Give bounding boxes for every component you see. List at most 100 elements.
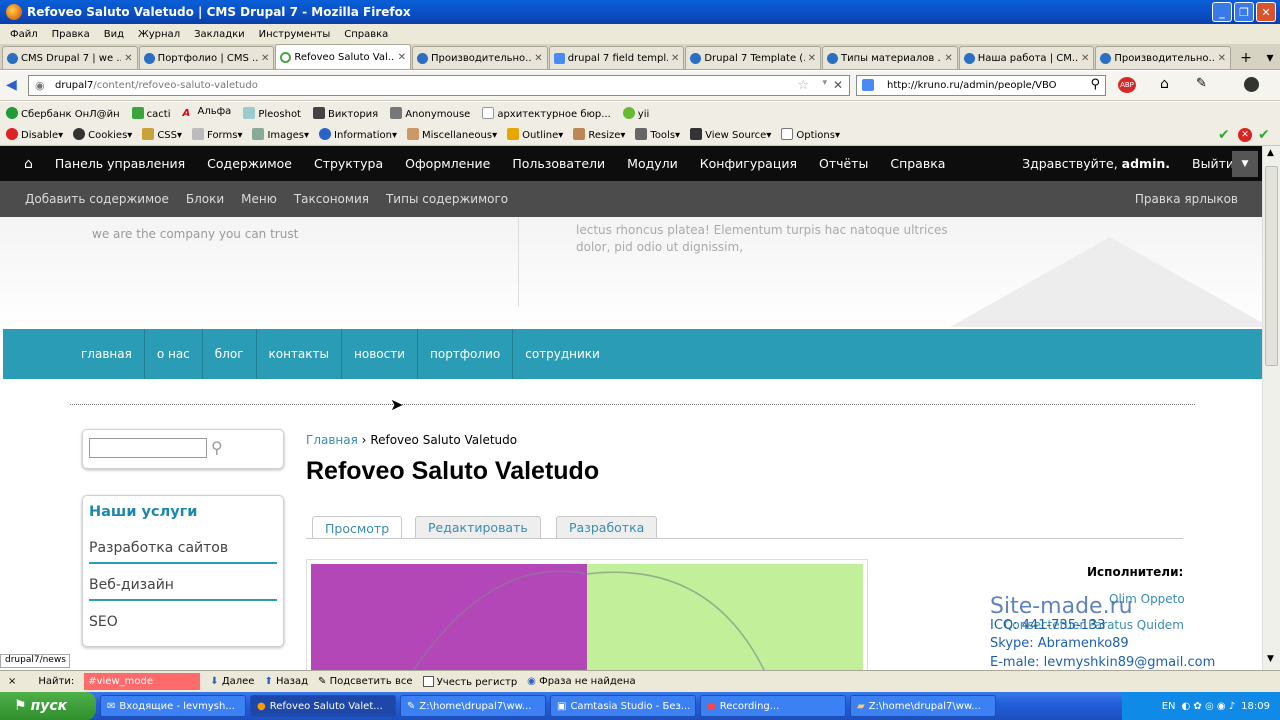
nav-contacts[interactable]: контакты: [257, 329, 342, 379]
menu-tools[interactable]: Инструменты: [253, 29, 339, 40]
maximize-button[interactable]: ❐: [1234, 2, 1254, 22]
wd-tools[interactable]: Tools▾: [635, 128, 680, 141]
wd-resize[interactable]: Resize▾: [573, 128, 625, 141]
home-icon[interactable]: ⌂: [24, 156, 33, 172]
bookmark-star-icon[interactable]: ☆: [797, 78, 809, 93]
scroll-up-icon[interactable]: ▲: [1267, 148, 1274, 158]
admin-menu-people[interactable]: Пользователи: [512, 156, 605, 171]
menu-bookmarks[interactable]: Закладки: [188, 29, 253, 40]
menu-history[interactable]: Журнал: [132, 29, 188, 40]
service-item[interactable]: Веб-дизайн: [89, 577, 277, 601]
close-tab-icon[interactable]: ✕: [398, 52, 406, 63]
wd-disable[interactable]: Disable▾: [6, 128, 63, 141]
tab-view[interactable]: Просмотр: [312, 516, 403, 539]
wd-forms[interactable]: Forms▾: [192, 128, 242, 141]
match-case-checkbox[interactable]: Учесть регистр: [422, 675, 517, 688]
menu-edit[interactable]: Правка: [46, 29, 98, 40]
shortcut-menus[interactable]: Меню: [241, 192, 277, 206]
wd-view-source[interactable]: View Source▾: [690, 128, 771, 141]
bookmark-item[interactable]: cacti: [131, 106, 171, 120]
minimize-button[interactable]: _: [1212, 2, 1232, 22]
admin-menu-configuration[interactable]: Конфигурация: [700, 156, 797, 171]
browser-tab[interactable]: Производительно... ✕: [1095, 46, 1232, 69]
admin-menu-structure[interactable]: Структура: [314, 156, 383, 171]
taskbar-item[interactable]: ▣ Camtasia Studio - Без...: [550, 695, 696, 717]
search-icon[interactable]: ⚲: [211, 438, 223, 457]
tray-icons[interactable]: ◐ ✿ ◎ ◉ ♪: [1182, 701, 1236, 712]
browser-tab[interactable]: Портфолио | CMS ... ✕: [138, 46, 275, 69]
find-next-button[interactable]: ⬇ Далее: [210, 676, 254, 687]
service-item[interactable]: SEO: [89, 614, 277, 636]
url-bar[interactable]: ◉ drupal7/content/refoveo-saluto-valetud…: [28, 75, 850, 96]
close-tab-icon[interactable]: ✕: [671, 53, 679, 64]
service-item[interactable]: Разработка сайтов: [89, 540, 277, 564]
close-tab-icon[interactable]: ✕: [1081, 53, 1089, 64]
nav-home[interactable]: главная: [3, 329, 145, 379]
page-scrollbar[interactable]: ▲ ▼: [1262, 146, 1280, 670]
bookmark-item[interactable]: Anonymouse: [390, 106, 470, 120]
taskbar-item[interactable]: ● Recording...: [700, 695, 846, 717]
wd-cookies[interactable]: Cookies▾: [73, 128, 132, 141]
taskbar-item-active[interactable]: ● Refoveo Saluto Valet...: [250, 695, 396, 717]
tools-icon[interactable]: ✎: [1196, 76, 1207, 91]
admin-menu-dashboard[interactable]: Панель управления: [55, 156, 185, 171]
browser-tab[interactable]: Производительно... ✕: [412, 46, 548, 69]
nav-news[interactable]: новости: [342, 329, 418, 379]
close-tab-icon[interactable]: ✕: [124, 53, 132, 64]
wd-misc[interactable]: Miscellaneous▾: [406, 128, 497, 141]
shortcut-blocks[interactable]: Блоки: [186, 192, 224, 206]
close-tab-icon[interactable]: ✕: [1218, 53, 1226, 64]
nav-about[interactable]: о нас: [145, 329, 203, 379]
new-tab-button[interactable]: +: [1236, 50, 1256, 66]
admin-menu-content[interactable]: Содержимое: [207, 156, 292, 171]
nav-portfolio[interactable]: портфолио: [418, 329, 514, 379]
wd-information[interactable]: Information▾: [319, 128, 397, 141]
bookmark-item[interactable]: Сбербанк ОнЛ@йн: [6, 106, 120, 120]
browser-tab[interactable]: Наша работа | CM... ✕: [958, 46, 1095, 69]
admin-menu-help[interactable]: Справка: [890, 156, 945, 171]
close-tab-icon[interactable]: ✕: [261, 53, 269, 64]
wd-outline[interactable]: Outline▾: [507, 128, 563, 141]
browser-tab[interactable]: CMS Drupal 7 | we ... ✕: [2, 46, 138, 69]
edit-shortcuts-link[interactable]: Правка ярлыков: [1135, 192, 1238, 206]
tab-edit[interactable]: Редактировать: [415, 516, 541, 538]
shortcut-taxonomy[interactable]: Таксономия: [294, 192, 369, 206]
close-tab-icon[interactable]: ✕: [534, 53, 542, 64]
find-input[interactable]: #view_mode: [84, 673, 201, 690]
breadcrumb-home[interactable]: Главная: [306, 433, 358, 447]
language-indicator[interactable]: EN: [1162, 701, 1176, 712]
menu-help[interactable]: Справка: [338, 29, 396, 40]
find-prev-button[interactable]: ⬆ Назад: [264, 676, 308, 687]
menu-file[interactable]: Файл: [4, 29, 46, 40]
close-tab-icon[interactable]: ✕: [944, 53, 952, 64]
close-tab-icon[interactable]: ✕: [808, 53, 816, 64]
admin-menu-modules[interactable]: Модули: [627, 156, 678, 171]
stop-icon[interactable]: ✕: [833, 78, 843, 92]
tab-devel[interactable]: Разработка: [556, 516, 658, 538]
bookmark-item[interactable]: архитектурное бюр...: [482, 106, 611, 120]
bookmark-item[interactable]: Виктория: [312, 106, 378, 120]
shortcuts-toggle-button[interactable]: ▼: [1232, 151, 1258, 177]
back-button[interactable]: ◀: [6, 77, 17, 93]
url-dropdown-icon[interactable]: ▾: [822, 78, 827, 88]
browser-tab[interactable]: Drupal 7 Template (... ✕: [685, 46, 822, 69]
shortcut-add-content[interactable]: Добавить содержимое: [25, 192, 169, 206]
logout-link[interactable]: Выйти: [1192, 156, 1234, 171]
username-link[interactable]: admin.: [1122, 156, 1170, 171]
wd-images[interactable]: Images▾: [252, 128, 309, 141]
taskbar-item[interactable]: ✎ Z:\home\drupal7\ww...: [400, 695, 546, 717]
search-input[interactable]: http://kruno.ru/admin/people/VBO: [887, 80, 1057, 91]
home-icon[interactable]: ⌂: [1160, 76, 1169, 92]
admin-menu-reports[interactable]: Отчёты: [819, 156, 868, 171]
menu-view[interactable]: Вид: [98, 29, 132, 40]
search-bar[interactable]: http://kruno.ru/admin/people/VBO ⚲: [856, 75, 1106, 96]
taskbar-item[interactable]: ✉ Входящие - levmysh...: [100, 695, 246, 717]
search-icon[interactable]: ⚲: [1090, 77, 1100, 92]
nav-blog[interactable]: блог: [203, 329, 257, 379]
shortcut-content-types[interactable]: Типы содержимого: [386, 192, 508, 206]
bookmark-item[interactable]: Pleoshot: [243, 106, 301, 120]
close-window-button[interactable]: ✕: [1256, 2, 1276, 22]
bookmark-item[interactable]: A Альфа: [183, 106, 232, 120]
taskbar-item[interactable]: ▰ Z:\home\drupal7\ww...: [850, 695, 996, 717]
adblock-icon[interactable]: ABP: [1118, 77, 1136, 93]
